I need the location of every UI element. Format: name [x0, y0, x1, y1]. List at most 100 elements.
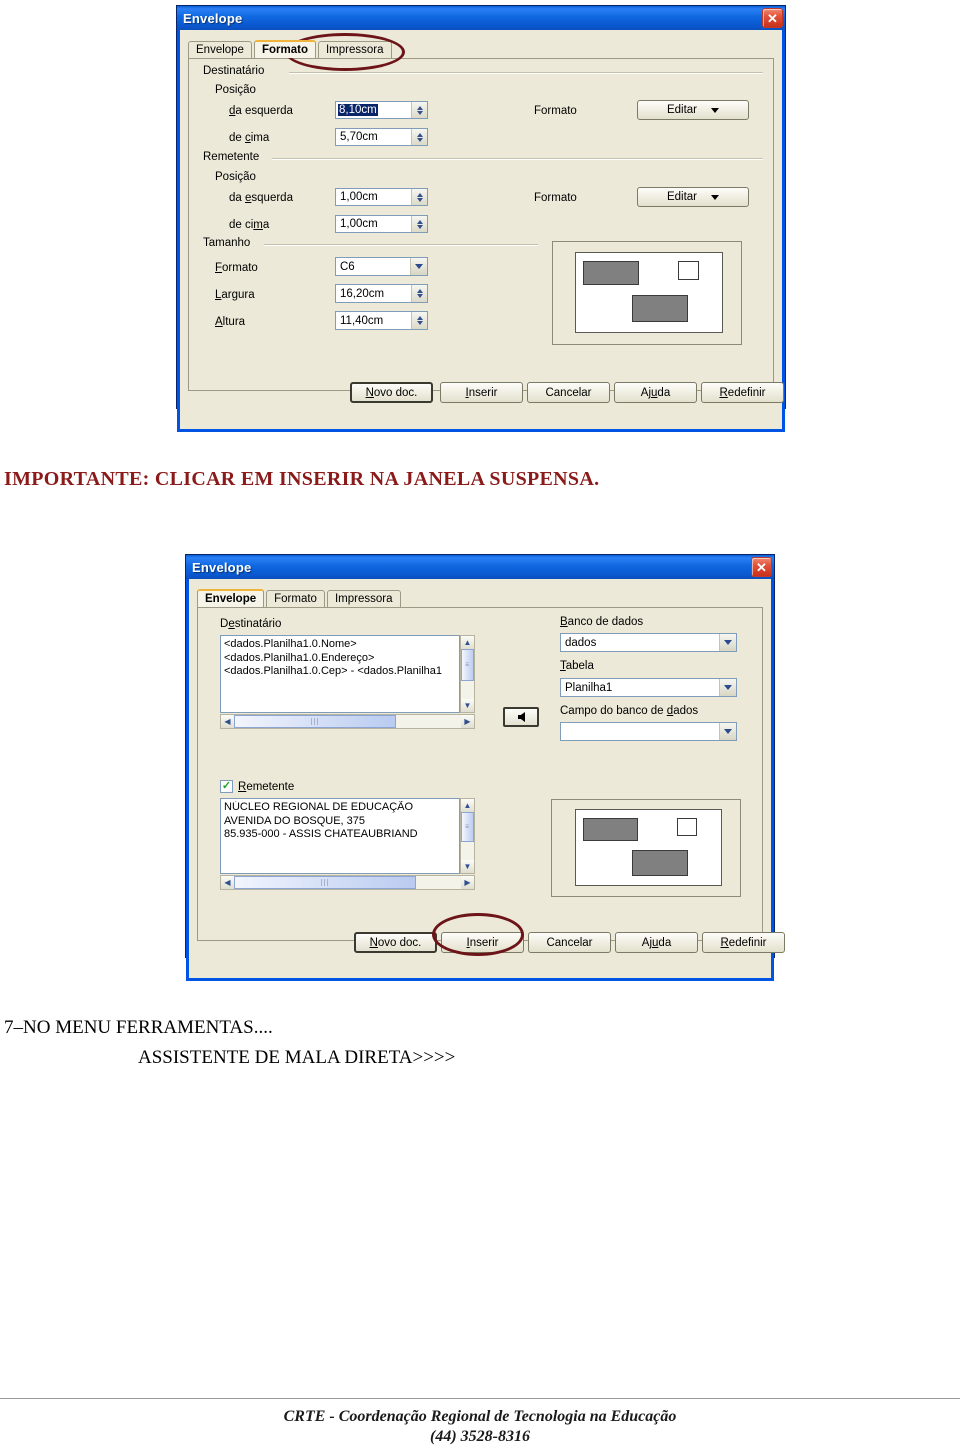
- tab-envelope[interactable]: Envelope: [197, 589, 265, 607]
- chevron-down-icon[interactable]: [719, 679, 736, 696]
- database-field-select[interactable]: [560, 722, 737, 741]
- dest-left-spin-buttons[interactable]: [411, 102, 427, 118]
- scroll-down-icon[interactable]: ▼: [461, 860, 474, 873]
- group-label-destinatario: Destinatário: [203, 65, 265, 77]
- insert-button[interactable]: Inserir: [441, 932, 524, 953]
- titlebar[interactable]: Envelope ✕: [177, 6, 785, 30]
- grip-icon: |||: [310, 718, 320, 725]
- arrow-left-icon: [517, 712, 525, 722]
- tab-impressora[interactable]: Impressora: [326, 590, 401, 607]
- label-tabela: Tabela: [560, 660, 594, 672]
- tab-formato[interactable]: Formato: [253, 40, 316, 58]
- reset-button[interactable]: Redefinir: [702, 932, 785, 953]
- label-dest-top: de cima: [229, 132, 270, 144]
- width-spinner[interactable]: 16,20cm: [335, 284, 428, 303]
- scroll-thumb[interactable]: |||: [234, 876, 416, 889]
- tab-impressora[interactable]: Impressora: [317, 41, 392, 58]
- envelope-preview: [552, 241, 742, 345]
- table-value: Planilha1: [565, 681, 613, 694]
- new-doc-button[interactable]: Novo doc.: [350, 382, 433, 403]
- chevron-down-icon: [711, 107, 720, 113]
- insert-field-arrow-button[interactable]: [503, 707, 539, 727]
- sender-vertical-scrollbar[interactable]: ▲ ≡ ▼: [460, 798, 475, 874]
- scroll-track[interactable]: ≡: [461, 649, 474, 699]
- footer-line-1: CRTE - Coordenação Regional de Tecnologi…: [283, 1408, 677, 1425]
- new-doc-button[interactable]: Novo doc.: [354, 932, 437, 953]
- help-button[interactable]: Ajuda: [615, 932, 698, 953]
- cancel-button[interactable]: Cancelar: [527, 382, 610, 403]
- rem-left-value: 1,00cm: [340, 191, 378, 203]
- reset-button[interactable]: Redefinir: [701, 382, 784, 403]
- scroll-down-icon[interactable]: ▼: [461, 699, 474, 712]
- dest-top-spin-buttons[interactable]: [411, 129, 427, 145]
- scroll-thumb[interactable]: |||: [234, 715, 396, 728]
- database-select[interactable]: dados: [560, 633, 737, 652]
- close-icon[interactable]: ✕: [751, 557, 772, 577]
- sender-textarea[interactable]: NÚCLEO REGIONAL DE EDUCAÇÃO AVENIDA DO B…: [220, 798, 460, 874]
- tab-envelope[interactable]: Envelope: [188, 41, 252, 58]
- rem-left-spin-buttons[interactable]: [411, 189, 427, 205]
- sender-horizontal-scrollbar[interactable]: ◀ ||| ▶: [220, 875, 475, 890]
- height-spin-buttons[interactable]: [411, 312, 427, 329]
- label-banco-de-dados: Banco de dados: [560, 616, 644, 628]
- close-icon[interactable]: ✕: [762, 8, 783, 28]
- recipient-textarea[interactable]: <dados.Planilha1.0.Nome> <dados.Planilha…: [220, 635, 460, 713]
- step-line-2: ASSISTENTE DE MALA DIRETA>>>>: [138, 1047, 456, 1068]
- height-spinner[interactable]: 11,40cm: [335, 311, 428, 330]
- scroll-right-icon[interactable]: ▶: [461, 876, 474, 889]
- scroll-left-icon[interactable]: ◀: [221, 876, 234, 889]
- dialog-body: Envelope Formato Impressora Destinatário…: [186, 579, 785, 981]
- scroll-track[interactable]: |||: [234, 715, 461, 728]
- width-spin-buttons[interactable]: [411, 285, 427, 302]
- scroll-right-icon[interactable]: ▶: [461, 715, 474, 728]
- scroll-up-icon[interactable]: ▲: [461, 636, 474, 649]
- recipient-horizontal-scrollbar[interactable]: ◀ ||| ▶: [220, 714, 475, 729]
- rem-top-spin-buttons[interactable]: [411, 216, 427, 232]
- size-format-value: C6: [340, 260, 355, 273]
- scroll-thumb[interactable]: ≡: [461, 812, 474, 842]
- help-label: Ajuda: [641, 936, 672, 949]
- sender-checkbox[interactable]: ✓: [220, 780, 233, 793]
- width-value: 16,20cm: [340, 287, 385, 300]
- scroll-track[interactable]: |||: [234, 876, 461, 889]
- label-dest-left: da esquerda: [229, 105, 293, 117]
- grip-icon: ≡: [464, 661, 471, 669]
- chevron-down-icon[interactable]: [719, 634, 736, 651]
- dest-format-edit-button[interactable]: Editar: [637, 100, 749, 120]
- recipient-vertical-scrollbar[interactable]: ▲ ≡ ▼: [460, 635, 475, 713]
- chevron-down-icon[interactable]: [410, 258, 427, 275]
- grip-icon: |||: [320, 879, 330, 886]
- scroll-track[interactable]: ≡: [461, 812, 474, 860]
- cancel-button[interactable]: Cancelar: [528, 932, 611, 953]
- group-rule-destinatario: [289, 72, 763, 74]
- table-select[interactable]: Planilha1: [560, 678, 737, 697]
- rem-format-edit-button[interactable]: Editar: [637, 187, 749, 207]
- scroll-left-icon[interactable]: ◀: [221, 715, 234, 728]
- preview-envelope-rect: [575, 252, 723, 333]
- rem-left-spinner[interactable]: 1,00cm: [335, 188, 428, 206]
- sender-line-3: 85.935-000 - ASSIS CHATEAUBRIAND: [224, 828, 418, 840]
- scroll-thumb[interactable]: ≡: [461, 649, 474, 681]
- dest-left-spinner[interactable]: 8,10cm: [335, 101, 428, 119]
- insert-button[interactable]: Inserir: [440, 382, 523, 403]
- cancel-label: Cancelar: [545, 386, 592, 399]
- subgroup-label-posicao-rem: Posição: [215, 171, 256, 183]
- help-button[interactable]: Ajuda: [614, 382, 697, 403]
- dialog-body: Envelope Formato Impressora Destinatário…: [177, 30, 785, 432]
- dest-top-spinner[interactable]: 5,70cm: [335, 128, 428, 146]
- recipient-line-2: <dados.Planilha1.0.Endereço>: [224, 651, 375, 664]
- check-icon: ✓: [221, 779, 232, 792]
- tab-formato[interactable]: Formato: [266, 590, 325, 607]
- titlebar[interactable]: Envelope ✕: [186, 555, 774, 579]
- insert-label: Inserir: [465, 386, 498, 399]
- cancel-label: Cancelar: [546, 936, 593, 949]
- chevron-down-icon[interactable]: [719, 723, 736, 740]
- scroll-up-icon[interactable]: ▲: [461, 799, 474, 812]
- rem-top-spinner[interactable]: 1,00cm: [335, 215, 428, 233]
- sender-lines: NÚCLEO REGIONAL DE EDUCAÇÃO AVENIDA DO B…: [221, 799, 459, 844]
- label-rem-format: Formato: [534, 192, 577, 204]
- size-format-select[interactable]: C6: [335, 257, 428, 276]
- dest-format-edit-label: Editar: [666, 104, 698, 116]
- group-rule-tamanho: [264, 244, 538, 246]
- tabstrip: Envelope Formato Impressora: [180, 30, 782, 58]
